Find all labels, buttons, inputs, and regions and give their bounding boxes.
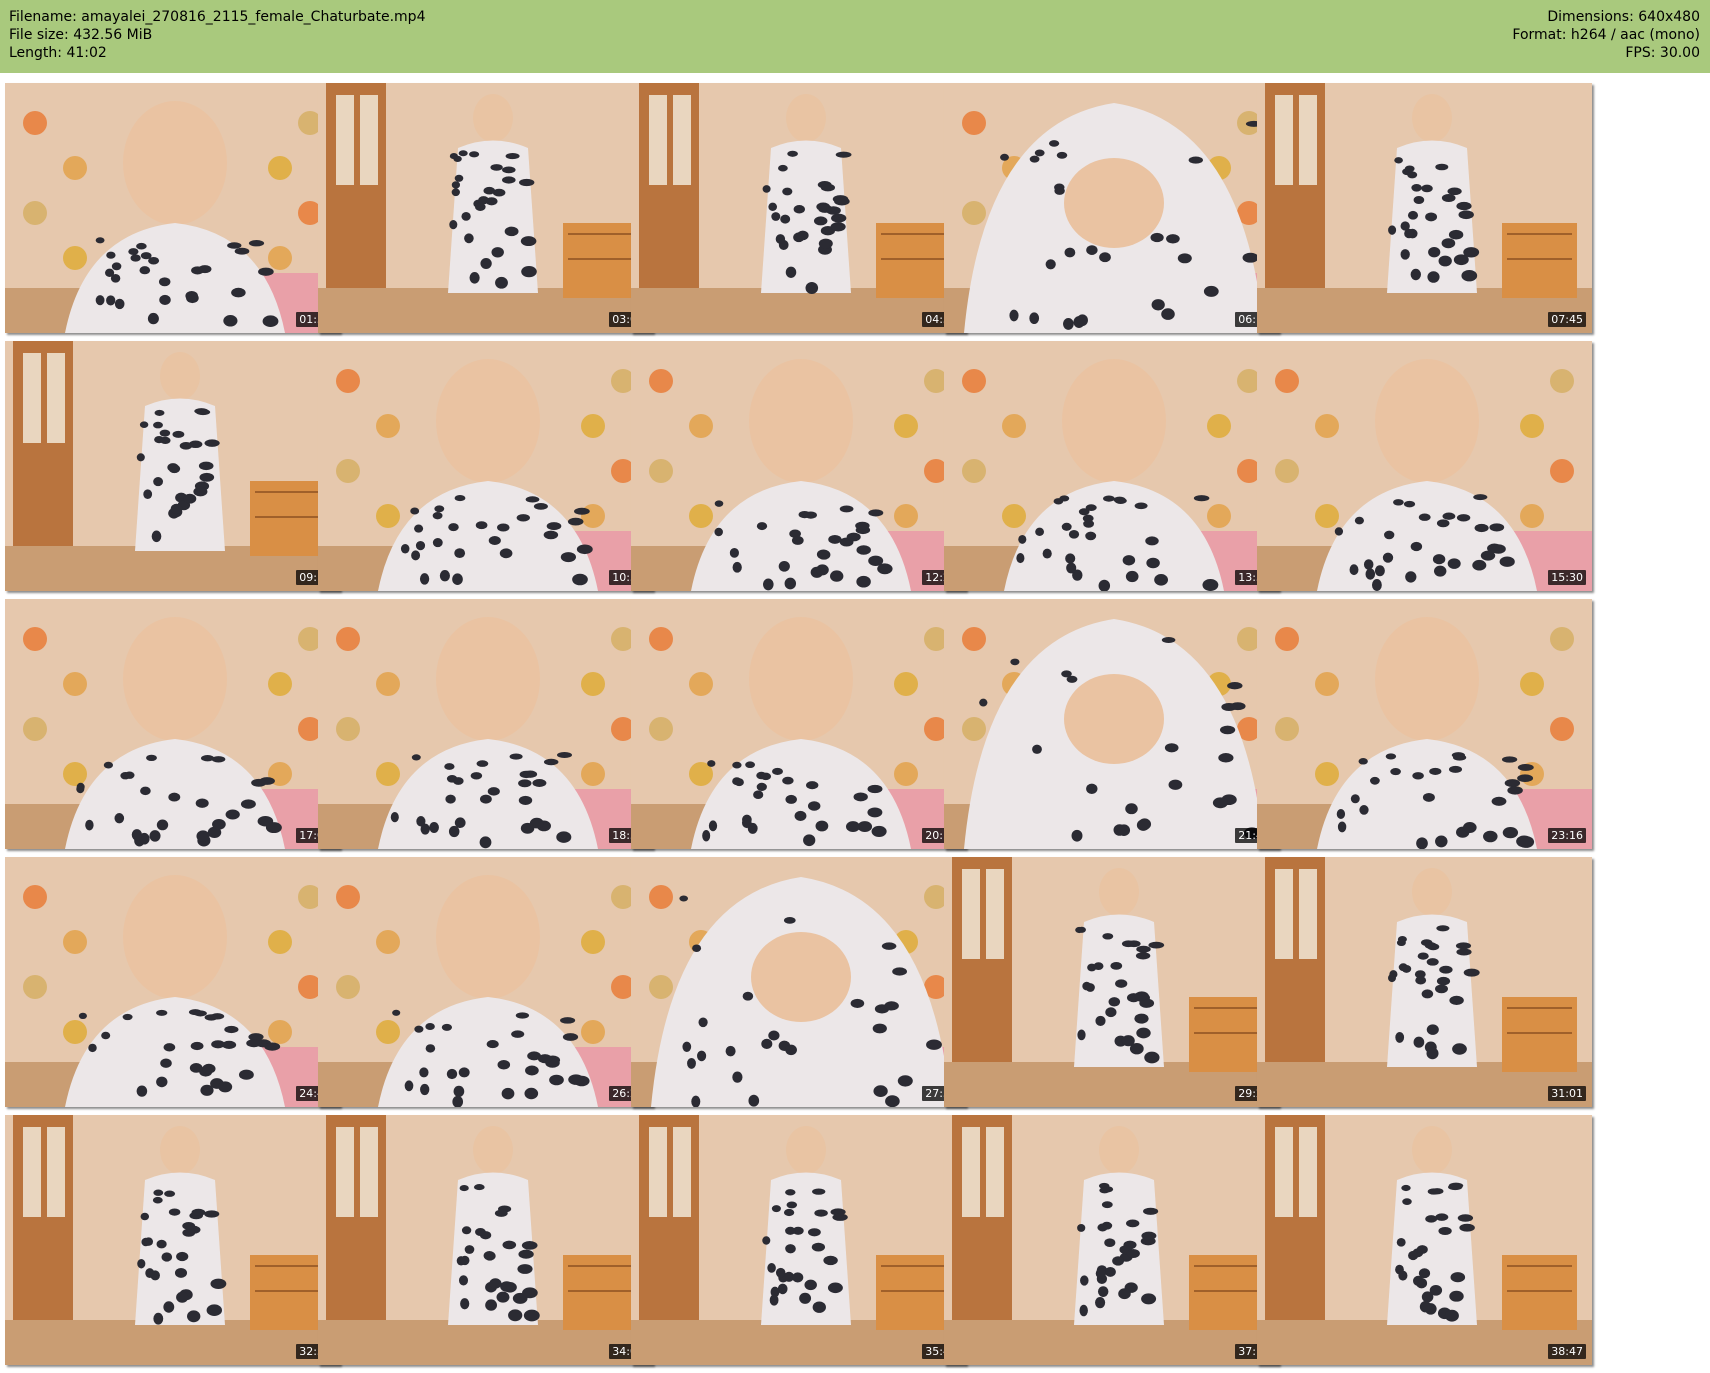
thumbnail-image: [318, 83, 653, 333]
thumbnail-frame: 26:22: [318, 857, 653, 1107]
thumbnail-image: [1257, 1115, 1592, 1365]
thumbnail-frame: 12:24: [631, 341, 966, 591]
thumbnail-frame: 24:49: [5, 857, 340, 1107]
thumbnail-image: [631, 1115, 966, 1365]
thumbnail-image: [631, 599, 966, 849]
fps-text: FPS: 30.00: [1625, 45, 1700, 61]
thumbnail-image: [318, 1115, 653, 1365]
thumbnail-image: [318, 857, 653, 1107]
thumbnail-frame: 31:01: [1257, 857, 1592, 1107]
format-text: Format: h264 / aac (mono): [1512, 27, 1700, 43]
thumbnail-image: [1257, 599, 1592, 849]
thumbnail-frame: 03:06: [318, 83, 653, 333]
thumbnail-frame: 32:35: [5, 1115, 340, 1365]
thumbnail-frame: 35:41: [631, 1115, 966, 1365]
thumbnail-image: [944, 341, 1279, 591]
thumbnail-image: [5, 83, 340, 333]
thumbnail-image: [5, 1115, 340, 1365]
thumbnail-image: [5, 341, 340, 591]
thumbnail-image: [318, 341, 653, 591]
thumbnail-image: [944, 1115, 1279, 1365]
thumbnail-image: [944, 857, 1279, 1107]
stream-info: Dimensions: 640x480 Format: h264 / aac (…: [1512, 8, 1700, 62]
thumbnail-frame: 06:12: [944, 83, 1279, 333]
filesize-text: File size: 432.56 MiB: [9, 27, 153, 43]
thumbnail-frame: 17:04: [5, 599, 340, 849]
thumbnail-image: [5, 599, 340, 849]
thumbnail-frame: 10:51: [318, 341, 653, 591]
thumbnail-frame: 27:55: [631, 857, 966, 1107]
thumbnail-frame: 34:08: [318, 1115, 653, 1365]
info-header: Filename: amayalei_270816_2115_female_Ch…: [0, 0, 1710, 73]
thumbnail-timestamp: 15:30: [1548, 570, 1586, 585]
thumbnail-timestamp: 07:45: [1548, 312, 1586, 327]
dimensions-text: Dimensions: 640x480: [1547, 9, 1700, 25]
thumbnail-frame: 18:37: [318, 599, 653, 849]
thumbnail-timestamp: 38:47: [1548, 1344, 1586, 1359]
thumbnail-timestamp: 23:16: [1548, 828, 1586, 843]
thumbnail-frame: 13:57: [944, 341, 1279, 591]
thumbnail-image: [5, 857, 340, 1107]
thumbnail-frame: 15:30: [1257, 341, 1592, 591]
thumbnail-frame: 20:10: [631, 599, 966, 849]
thumbnail-frame: 04:39: [631, 83, 966, 333]
thumbnail-image: [1257, 857, 1592, 1107]
thumbnail-image: [631, 341, 966, 591]
thumbnail-grid: 01:33 03:06 04:39 06:12 07:45 09:18 10:51 12:24…: [0, 73, 1710, 1373]
thumbnail-image: [1257, 341, 1592, 591]
thumbnail-frame: 37:14: [944, 1115, 1279, 1365]
thumbnail-frame: 23:16: [1257, 599, 1592, 849]
thumbnail-frame: 38:47: [1257, 1115, 1592, 1365]
thumbnail-image: [631, 857, 966, 1107]
thumbnail-frame: 07:45: [1257, 83, 1592, 333]
file-info: Filename: amayalei_270816_2115_female_Ch…: [9, 8, 425, 62]
thumbnail-image: [318, 599, 653, 849]
thumbnail-frame: 09:18: [5, 341, 340, 591]
filename-text: Filename: amayalei_270816_2115_female_Ch…: [9, 9, 426, 25]
length-text: Length: 41:02: [9, 45, 107, 61]
thumbnail-timestamp: 31:01: [1548, 1086, 1586, 1101]
thumbnail-frame: 01:33: [5, 83, 340, 333]
thumbnail-frame: 29:28: [944, 857, 1279, 1107]
thumbnail-image: [631, 83, 966, 333]
thumbnail-frame: 21:43: [944, 599, 1279, 849]
thumbnail-image: [1257, 83, 1592, 333]
thumbnail-image: [944, 83, 1279, 333]
thumbnail-image: [944, 599, 1279, 849]
